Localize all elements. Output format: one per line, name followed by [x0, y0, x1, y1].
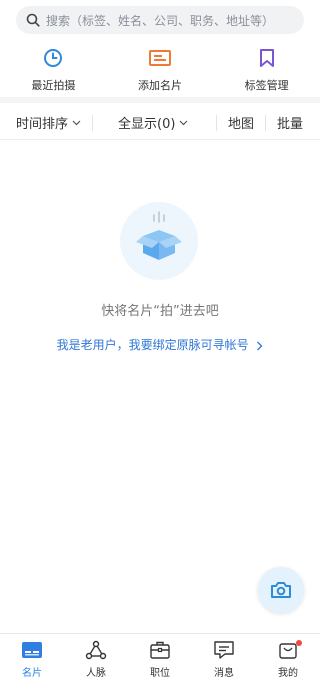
- notification-badge: [296, 640, 302, 646]
- bookmark-icon: [258, 46, 276, 70]
- tab-messages-label: 消息: [214, 668, 234, 679]
- search-bar[interactable]: 搜索（标签、姓名、公司、职务、地址等）: [16, 6, 304, 34]
- search-placeholder: 搜索（标签、姓名、公司、职务、地址等）: [46, 13, 275, 28]
- add-card-button[interactable]: 添加名片: [107, 44, 214, 96]
- tab-network[interactable]: 人脉: [64, 634, 128, 679]
- camera-button[interactable]: [258, 567, 304, 613]
- map-label: 地图: [228, 117, 255, 132]
- filter-bar: 时间排序 全显示(0) 地图 批量: [0, 106, 320, 140]
- message-icon: [213, 639, 235, 661]
- search-icon: [26, 13, 40, 27]
- display-label: 全显示(0): [118, 117, 176, 132]
- tag-management-label: 标签管理: [244, 79, 289, 92]
- camera-icon: [271, 582, 291, 598]
- section-divider: [0, 97, 320, 103]
- profile-icon: [277, 639, 302, 661]
- tab-network-label: 人脉: [86, 668, 106, 679]
- tab-cards-label: 名片: [22, 668, 42, 679]
- tag-management-button[interactable]: 标签管理: [213, 44, 320, 96]
- chevron-down-icon: [72, 120, 81, 125]
- empty-box-icon: [120, 202, 198, 280]
- tab-messages[interactable]: 消息: [192, 634, 256, 679]
- display-dropdown[interactable]: 全显示(0): [118, 113, 188, 132]
- bottom-tab-bar: 名片 人脉 职位 消息 我的: [0, 633, 320, 679]
- card-tab-icon: [21, 639, 43, 661]
- chevron-down-icon: [179, 120, 188, 125]
- divider: [216, 114, 217, 131]
- sort-dropdown[interactable]: 时间排序: [16, 113, 81, 132]
- map-button[interactable]: 地图: [228, 113, 254, 132]
- chevron-right-icon: [257, 341, 263, 350]
- bind-account-link[interactable]: 我是老用户，我要绑定原脉可寻帐号: [0, 336, 320, 353]
- tab-jobs-label: 职位: [150, 668, 170, 679]
- quick-actions: 最近拍摄 添加名片 标签管理: [0, 44, 320, 96]
- tab-jobs[interactable]: 职位: [128, 634, 192, 679]
- recent-shots-label: 最近拍摄: [31, 79, 76, 92]
- tab-profile-label: 我的: [278, 668, 298, 679]
- batch-button[interactable]: 批量: [277, 113, 303, 132]
- empty-state-message: 快将名片“拍”进去吧: [101, 304, 219, 319]
- briefcase-icon: [149, 639, 171, 661]
- card-icon: [149, 46, 171, 70]
- network-icon: [85, 639, 107, 661]
- sort-label: 时间排序: [16, 117, 69, 132]
- bind-account-label: 我是老用户，我要绑定原脉可寻帐号: [56, 338, 249, 352]
- batch-label: 批量: [277, 117, 304, 132]
- divider: [265, 114, 266, 131]
- clock-icon: [43, 46, 63, 70]
- add-card-label: 添加名片: [138, 79, 182, 92]
- recent-shots-button[interactable]: 最近拍摄: [0, 44, 107, 96]
- tab-cards[interactable]: 名片: [0, 634, 64, 679]
- tab-profile[interactable]: 我的: [256, 634, 320, 679]
- divider: [92, 114, 93, 131]
